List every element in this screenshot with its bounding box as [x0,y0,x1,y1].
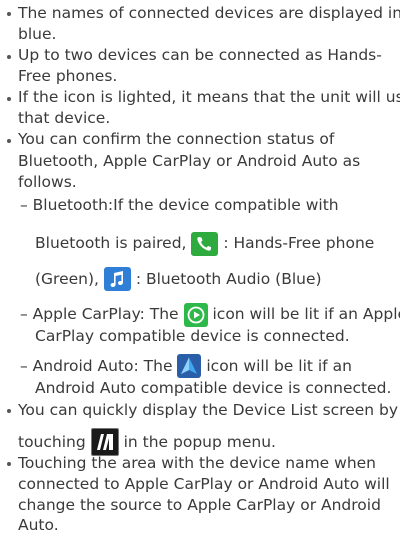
device-list-line-1: You can quickly display the Device List … [18,400,399,419]
bullet-dot [7,139,11,143]
bullet-1-line-2: blue. [18,24,57,43]
bullet-6-line-3: change the source to Apple CarPlay or An… [18,495,381,514]
bullet-2-line-1: Up to two devices can be connected as Ha… [18,46,382,65]
android-description: icon will be lit if an [206,356,352,375]
bullet-4-line-1: You can confirm the connection status of [18,130,335,149]
android-line-2: Android Auto compatible device is connec… [35,378,392,397]
bullet-2-line-2: Free phones. [18,67,118,86]
android-line-1: – Android Auto: The icon will be lit if … [20,353,352,379]
music-note-icon [103,267,131,292]
bullet-dot [7,462,11,467]
bluetooth-paired-text: Bluetooth is paired, [35,234,187,253]
bullet-1-line-1: The names of connected devices are displ… [18,3,400,22]
bullet-3-line-1: If the icon is lighted, it means that th… [18,88,400,107]
bullet-dot [7,54,11,59]
bluetooth-line-2: Bluetooth is paired, : Hands-Free phone [35,230,374,256]
carplay-line-2: CarPlay compatible device is connected. [35,326,350,345]
bluetooth-line-3: (Green), : Bluetooth Audio (Blue) [35,266,322,292]
bullet-dot [7,12,11,17]
hands-free-label: : Hands-Free phone [223,234,375,253]
bullet-dot [7,96,11,101]
carplay-play-icon [183,302,208,327]
green-label: (Green), [35,269,99,288]
popup-menu-label: in the popup menu. [123,432,276,451]
android-auto-arrow-icon [177,354,202,379]
bullet-3-line-2: that device. [18,109,111,128]
bullet-6-line-2: connected to Apple CarPlay or Android Au… [18,474,390,493]
bullet-6-line-1: Touching the area with the device name w… [18,453,376,472]
carplay-line-1: – Apple CarPlay: The icon will be lit if… [20,301,400,327]
bullet-6-line-4: Auto. [18,515,59,534]
bullet-4-line-3: follows. [18,172,77,191]
phone-icon [191,231,219,256]
bullet-dot [7,409,11,414]
android-label: – Android Auto: The [20,356,173,375]
touching-label: touching [18,432,86,451]
device-list-line-2: touching in the popup menu. [18,428,276,457]
carplay-description: icon will be lit if an Apple [212,305,400,324]
carplay-label: – Apple CarPlay: The [20,305,179,324]
bluetooth-audio-label: : Bluetooth Audio (Blue) [135,269,322,288]
bullet-4-line-2: Bluetooth, Apple CarPlay or Android Auto… [18,151,361,170]
bluetooth-line-1: – Bluetooth:If the device compatible wit… [20,195,339,214]
